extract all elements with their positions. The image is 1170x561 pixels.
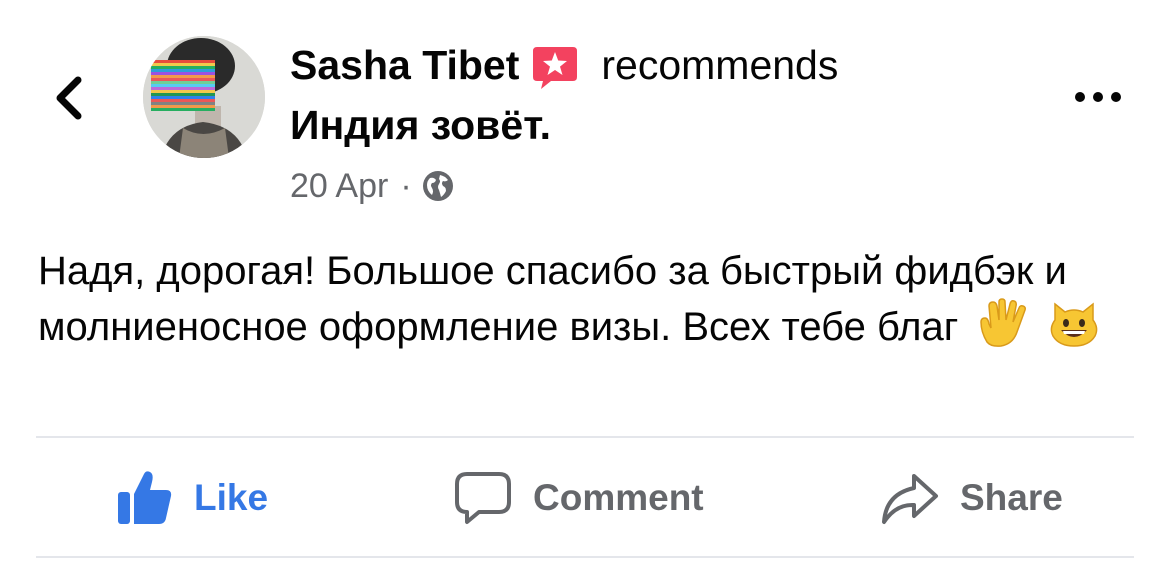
recommended-page-name[interactable]: Индия зовёт. [290, 102, 551, 149]
share-button[interactable]: Share [880, 462, 1063, 534]
chevron-left-icon [56, 76, 82, 120]
comment-button[interactable]: Comment [453, 462, 704, 534]
like-button[interactable]: Like [114, 462, 268, 534]
vulcan-salute-emoji [980, 298, 1027, 347]
divider-top [36, 436, 1134, 438]
post-body: Надя, дорогая! Большое спасибо за быстры… [38, 244, 1128, 354]
share-label: Share [960, 477, 1063, 518]
author-name[interactable]: Sasha Tibet [290, 42, 519, 89]
thumbs-up-icon [118, 471, 172, 524]
comment-label: Comment [533, 477, 704, 518]
post-text: Надя, дорогая! Большое спасибо за быстры… [38, 249, 1067, 349]
more-dots-icon [1075, 92, 1121, 102]
globe-icon [422, 171, 453, 201]
back-button[interactable] [48, 68, 98, 128]
avatar-image [143, 36, 265, 158]
share-arrow-icon [882, 474, 938, 524]
post-header: Sasha Tibet recommends [290, 40, 838, 90]
comment-bubble-icon [455, 472, 511, 524]
recommends-text: recommends [601, 41, 839, 88]
like-label: Like [194, 477, 269, 518]
meta-separator: · [400, 166, 412, 205]
post-meta: 20 Apr · [290, 166, 455, 206]
avatar[interactable] [143, 36, 265, 158]
grinning-cat-emoji [1050, 302, 1097, 347]
post-date[interactable]: 20 Apr [290, 167, 388, 206]
divider-bottom [36, 556, 1134, 558]
more-options-button[interactable] [1068, 80, 1128, 114]
star-recommend-badge-icon [533, 47, 578, 89]
